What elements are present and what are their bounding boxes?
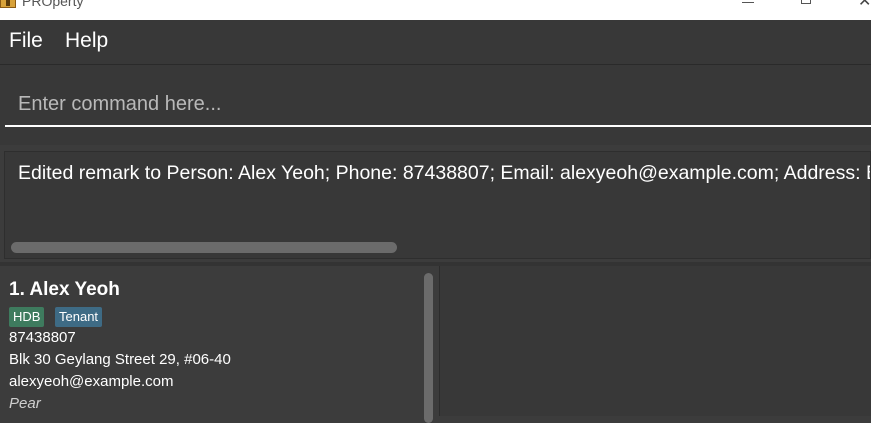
person-list-panel: 1. Alex Yeoh HDB Tenant 87438807 Blk 30 … (0, 266, 440, 423)
maximize-icon[interactable] (801, 0, 811, 4)
command-box (0, 65, 871, 145)
scrollbar-thumb[interactable] (424, 273, 433, 423)
result-horizontal-scrollbar[interactable] (11, 242, 397, 253)
person-card[interactable]: 1. Alex Yeoh HDB Tenant 87438807 Blk 30 … (0, 266, 420, 416)
person-remark: Pear (9, 395, 41, 412)
command-input[interactable] (5, 83, 871, 127)
list-vertical-scrollbar[interactable] (422, 266, 437, 423)
tag-badge: HDB (9, 307, 45, 327)
app-icon (0, 0, 16, 8)
menu-help[interactable]: Help (65, 29, 108, 53)
close-icon[interactable]: ✕ (858, 0, 871, 9)
minimize-icon[interactable] (742, 2, 754, 3)
title-bar: PROperty ✕ (0, 0, 871, 20)
menu-file[interactable]: File (9, 29, 43, 53)
result-display[interactable]: Edited remark to Person: Alex Yeoh; Phon… (4, 151, 871, 259)
person-email: alexyeoh@example.com (9, 373, 174, 390)
menu-bar: File Help (0, 20, 871, 65)
person-phone: 87438807 (9, 329, 76, 346)
detail-panel (440, 266, 871, 416)
window-title: PROperty (22, 0, 84, 9)
result-message: Edited remark to Person: Alex Yeoh; Phon… (18, 162, 870, 184)
person-name: 1. Alex Yeoh (9, 279, 120, 300)
tag-badge: Tenant (55, 307, 103, 327)
person-address: Blk 30 Geylang Street 29, #06-40 (9, 351, 231, 368)
